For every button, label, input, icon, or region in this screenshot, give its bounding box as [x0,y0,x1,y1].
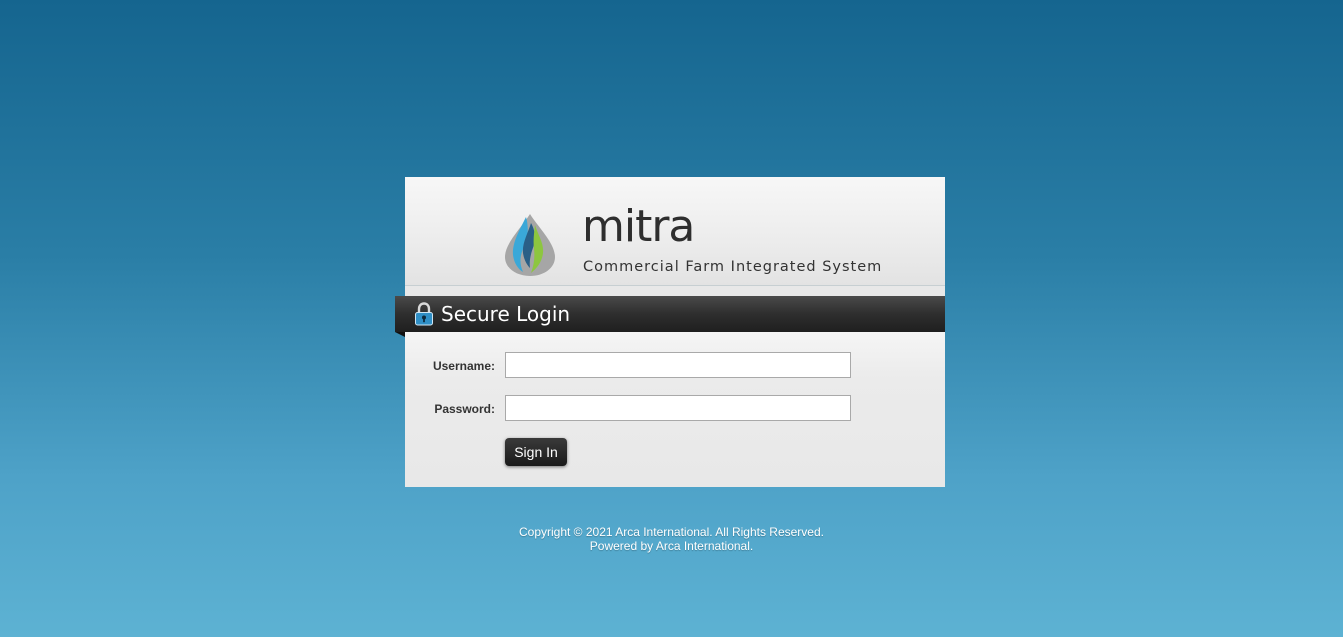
logo-header: mitra Commercial Farm Integrated System [405,177,945,286]
login-panel: mitra Commercial Farm Integrated System … [405,177,945,487]
password-label: Password: [434,402,495,416]
powered-by-text: Powered by Arca International. [589,539,754,553]
brand-tagline: Commercial Farm Integrated System [583,259,883,275]
secure-login-title: Secure Login [441,302,571,326]
brand-name: mitra [582,201,695,252]
username-input[interactable] [505,352,851,378]
sign-in-button[interactable]: Sign In [505,438,567,466]
water-drop-logo-icon [505,214,555,276]
secure-login-banner: Secure Login [395,296,945,332]
banner-fold [395,332,405,337]
password-input[interactable] [505,395,851,421]
username-label: Username: [432,359,495,373]
padlock-icon [415,302,433,326]
login-form: Username: Password: Sign In [405,332,945,487]
copyright-text: Copyright © 2021 Arca International. All… [518,525,824,539]
footer: Copyright © 2021 Arca International. All… [0,525,1343,553]
